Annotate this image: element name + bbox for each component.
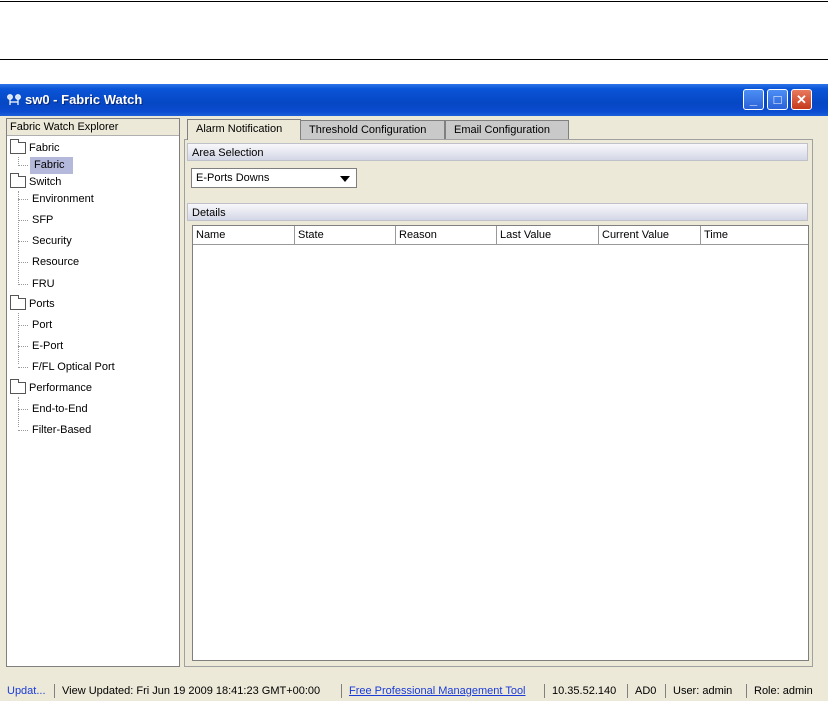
column-header-current-value[interactable]: Current Value: [599, 226, 701, 244]
tree-connector: [18, 430, 28, 431]
tree-folder-switch[interactable]: Switch: [7, 173, 177, 191]
column-header-time[interactable]: Time: [701, 226, 808, 244]
area-selection-value: E-Ports Downs: [196, 172, 270, 184]
tab-threshold-configuration[interactable]: Threshold Configuration: [300, 120, 445, 139]
fabric-watch-window: sw0 - Fabric Watch _ □ ✕ Fabric Watch Ex…: [0, 84, 828, 701]
status-separator: [54, 684, 55, 698]
status-separator: [627, 684, 628, 698]
fabric-watch-explorer: Fabric Watch Explorer Fabric Fabric Swit…: [6, 118, 180, 667]
tree-item-label: Environment: [32, 193, 94, 205]
folder-icon: [10, 173, 26, 188]
status-separator: [341, 684, 342, 698]
tree-item-port[interactable]: Port: [7, 317, 177, 334]
tree-connector: [18, 409, 28, 410]
tree-item-label: F/FL Optical Port: [32, 361, 115, 373]
tree-item-label: Filter-Based: [32, 424, 92, 436]
tree-connector: [18, 165, 28, 166]
tree-item-label: SFP: [32, 214, 54, 226]
folder-icon: [10, 379, 26, 394]
free-professional-management-tool-link[interactable]: Free Professional Management Tool: [344, 681, 531, 701]
tree-item-f-fl-optical-port[interactable]: F/FL Optical Port: [7, 359, 177, 376]
details-table-header: Name State Reason Last Value Current Val…: [193, 226, 808, 245]
dropdown-arrow-icon: [340, 176, 350, 182]
tree-item-label: E-Port: [32, 340, 64, 352]
status-separator: [665, 684, 666, 698]
tree-item-label: Security: [32, 235, 72, 247]
user-label: User: admin: [673, 685, 733, 697]
folder-icon: [10, 139, 26, 154]
tree-item-label: Fabric: [30, 157, 73, 174]
column-header-name[interactable]: Name: [193, 226, 295, 244]
details-header: Details: [187, 203, 808, 221]
tree-item-e-port[interactable]: E-Port: [7, 338, 177, 355]
tree-item-label: FRU: [32, 278, 55, 290]
maximize-button[interactable]: □: [767, 89, 788, 110]
folder-icon: [10, 295, 26, 310]
window-title: sw0 - Fabric Watch: [25, 92, 143, 107]
tree-connector: [18, 284, 28, 285]
title-bar[interactable]: sw0 - Fabric Watch _ □ ✕: [0, 84, 828, 116]
tree-folder-fabric[interactable]: Fabric: [7, 139, 177, 157]
tree-connector: [18, 262, 28, 263]
tree-item-fru[interactable]: FRU: [7, 276, 177, 293]
tree-item-filter-based[interactable]: Filter-Based: [7, 422, 177, 439]
ip-address: 10.35.52.140: [552, 685, 617, 697]
close-icon: ✕: [796, 92, 807, 107]
tree-item-sfp[interactable]: SFP: [7, 212, 177, 229]
status-separator: [544, 684, 545, 698]
tab-email-configuration[interactable]: Email Configuration: [445, 120, 569, 139]
tree-folder-label: Ports: [29, 298, 55, 310]
minimize-button[interactable]: _: [743, 89, 764, 110]
tree-item-label: End-to-End: [32, 403, 88, 415]
status-bar: Updat... View Updated: Fri Jun 19 2009 1…: [0, 681, 828, 701]
tree-item-label: Resource: [32, 256, 80, 268]
column-header-reason[interactable]: Reason: [396, 226, 497, 244]
tree-connector: [18, 346, 28, 347]
fabric-watch-app-icon: [7, 94, 21, 105]
tree-item-resource[interactable]: Resource: [7, 254, 177, 271]
tree-folder-performance[interactable]: Performance: [7, 379, 177, 397]
tree-item-fabric[interactable]: Fabric: [7, 157, 177, 174]
tree-folder-label: Switch: [29, 176, 62, 188]
tree-folder-label: Performance: [29, 382, 92, 394]
tree-item-environment[interactable]: Environment: [7, 191, 177, 208]
minimize-icon: _: [749, 92, 758, 107]
tree-item-end-to-end[interactable]: End-to-End: [7, 401, 177, 418]
column-header-last-value[interactable]: Last Value: [497, 226, 599, 244]
column-header-state[interactable]: State: [295, 226, 396, 244]
tree-connector: [18, 367, 28, 368]
tab-alarm-notification[interactable]: Alarm Notification: [187, 119, 301, 140]
tree-connector: [18, 241, 28, 242]
tree-item-security[interactable]: Security: [7, 233, 177, 250]
close-button[interactable]: ✕: [791, 89, 812, 110]
tree-folder-label: Fabric: [29, 142, 60, 154]
update-link[interactable]: Updat...: [2, 681, 51, 701]
tree-item-label: Port: [32, 319, 53, 331]
area-selection-dropdown[interactable]: E-Ports Downs: [191, 168, 357, 188]
document-top-rule: [0, 1, 828, 2]
alarm-notification-panel: Area Selection E-Ports Downs Details Nam…: [184, 139, 813, 667]
admin-domain: AD0: [635, 685, 657, 697]
status-separator: [746, 684, 747, 698]
maximize-icon: □: [773, 92, 782, 107]
tree-folder-ports[interactable]: Ports: [7, 295, 177, 313]
area-selection-header: Area Selection: [187, 143, 808, 161]
role-label: Role: admin: [754, 685, 813, 697]
document-mid-rule: [0, 59, 828, 60]
tree-connector: [18, 199, 28, 200]
explorer-header: Fabric Watch Explorer: [7, 119, 179, 136]
view-updated-text: View Updated: Fri Jun 19 2009 18:41:23 G…: [62, 685, 321, 697]
tree-connector: [18, 325, 28, 326]
tree-connector: [18, 220, 28, 221]
details-table[interactable]: Name State Reason Last Value Current Val…: [192, 225, 809, 661]
